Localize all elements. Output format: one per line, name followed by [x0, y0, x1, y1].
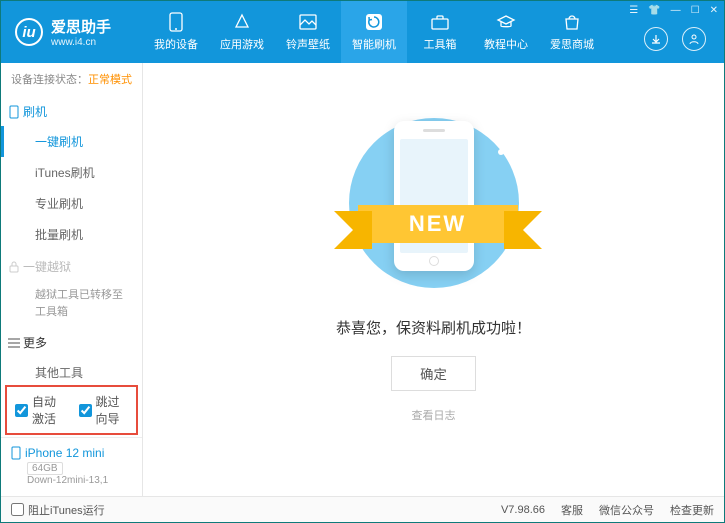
sidebar-tree: 刷机 一键刷机 iTunes刷机 专业刷机 批量刷机 一键越狱 越狱工具已转移至…: [1, 95, 142, 383]
sidebar-item-oneclick[interactable]: 一键刷机: [1, 126, 142, 157]
skin-icon[interactable]: 👕: [648, 5, 660, 16]
top-nav: 我的设备 应用游戏 铃声壁纸 智能刷机 工具箱 教程中心: [143, 1, 605, 63]
phone-tiny-icon: [11, 446, 21, 460]
checkbox-label: 跳过向导: [96, 393, 129, 427]
section-more[interactable]: 更多: [1, 326, 142, 357]
nav-label: 我的设备: [154, 36, 198, 52]
phone-icon: [166, 12, 186, 32]
nav-flash[interactable]: 智能刷机: [341, 1, 407, 63]
sidebar-item-itunes[interactable]: iTunes刷机: [1, 157, 142, 188]
status-label: 设备连接状态：: [11, 74, 88, 86]
checkbox-label: 阻止iTunes运行: [28, 502, 105, 518]
nav-label: 教程中心: [484, 36, 528, 52]
version-label: V7.98.66: [501, 504, 545, 516]
status-bar: 阻止iTunes运行 V7.98.66 客服 微信公众号 检查更新: [1, 496, 724, 522]
close-icon[interactable]: ✕: [710, 5, 718, 16]
app-window: iu 爱思助手 www.i4.cn 我的设备 应用游戏 铃声壁纸 智能刷机: [0, 0, 725, 523]
checkbox-skip-guide[interactable]: 跳过向导: [79, 393, 129, 427]
toolbox-icon: [430, 12, 450, 32]
status-value: 正常模式: [88, 74, 132, 86]
sidebar-item-pro[interactable]: 专业刷机: [1, 188, 142, 219]
jailbreak-note: 越狱工具已转移至工具箱: [1, 281, 142, 326]
nav-label: 铃声壁纸: [286, 36, 330, 52]
header-right-icons: [644, 27, 706, 51]
app-header: iu 爱思助手 www.i4.cn 我的设备 应用游戏 铃声壁纸 智能刷机: [1, 1, 724, 63]
nav-apps[interactable]: 应用游戏: [209, 1, 275, 63]
nav-toolbox[interactable]: 工具箱: [407, 1, 473, 63]
storage-badge: 64GB: [27, 462, 63, 475]
connection-status: 设备连接状态：正常模式: [1, 63, 142, 95]
app-name: 爱思助手: [51, 16, 111, 37]
section-label: 刷机: [23, 103, 47, 120]
user-icon[interactable]: [682, 27, 706, 51]
window-controls: ☰ 👕 — ☐ ✕: [629, 5, 718, 16]
nav-store[interactable]: 爱思商城: [539, 1, 605, 63]
section-jailbreak: 一键越狱: [1, 250, 142, 281]
view-log-link[interactable]: 查看日志: [412, 407, 456, 423]
section-label: 更多: [23, 334, 47, 351]
checkbox-input[interactable]: [15, 404, 28, 417]
download-icon[interactable]: [644, 27, 668, 51]
update-link[interactable]: 检查更新: [670, 502, 714, 518]
sidebar: 设备连接状态：正常模式 刷机 一键刷机 iTunes刷机 专业刷机 批量刷机 一…: [1, 63, 143, 496]
logo-area: iu 爱思助手 www.i4.cn: [1, 16, 143, 48]
apps-icon: [232, 12, 252, 32]
app-body: 设备连接状态：正常模式 刷机 一键刷机 iTunes刷机 专业刷机 批量刷机 一…: [1, 63, 724, 496]
checkbox-label: 自动激活: [32, 393, 65, 427]
main-content: NEW 恭喜您，保资料刷机成功啦！ 确定 查看日志: [143, 63, 724, 496]
success-message: 恭喜您，保资料刷机成功啦！: [336, 317, 531, 338]
checkbox-input[interactable]: [79, 404, 92, 417]
checkbox-auto-activate[interactable]: 自动激活: [15, 393, 65, 427]
minimize-icon[interactable]: —: [671, 5, 681, 16]
wallpaper-icon: [298, 12, 318, 32]
app-url: www.i4.cn: [51, 37, 111, 48]
support-link[interactable]: 客服: [561, 502, 583, 518]
ribbon-new: NEW: [358, 205, 518, 243]
device-model: Down-12mini-13,1: [11, 475, 134, 486]
list-icon: [7, 336, 21, 350]
nav-label: 应用游戏: [220, 36, 264, 52]
sidebar-item-other[interactable]: 其他工具: [1, 357, 142, 383]
maximize-icon[interactable]: ☐: [691, 5, 700, 16]
menu-icon[interactable]: ☰: [629, 5, 638, 16]
nav-label: 爱思商城: [550, 36, 594, 52]
phone-small-icon: [7, 105, 21, 119]
tutorial-icon: [496, 12, 516, 32]
logo-icon: iu: [15, 18, 43, 46]
wechat-link[interactable]: 微信公众号: [599, 502, 654, 518]
refresh-icon: [364, 12, 384, 32]
nav-label: 工具箱: [424, 36, 457, 52]
device-block[interactable]: iPhone 12 mini 64GB Down-12mini-13,1: [1, 437, 142, 496]
options-highlight-box: 自动激活 跳过向导: [5, 385, 138, 435]
section-label: 一键越狱: [23, 258, 71, 275]
checkbox-input[interactable]: [11, 503, 24, 516]
nav-ringtone[interactable]: 铃声壁纸: [275, 1, 341, 63]
nav-label: 智能刷机: [352, 36, 396, 52]
sidebar-item-batch[interactable]: 批量刷机: [1, 219, 142, 250]
lock-icon: [7, 260, 21, 274]
nav-tutorial[interactable]: 教程中心: [473, 1, 539, 63]
device-name: iPhone 12 mini: [11, 446, 134, 460]
ok-button[interactable]: 确定: [391, 356, 476, 391]
nav-my-device[interactable]: 我的设备: [143, 1, 209, 63]
checkbox-block-itunes[interactable]: 阻止iTunes运行: [11, 502, 105, 518]
success-illustration: NEW: [334, 113, 534, 293]
store-icon: [562, 12, 582, 32]
section-flash[interactable]: 刷机: [1, 95, 142, 126]
